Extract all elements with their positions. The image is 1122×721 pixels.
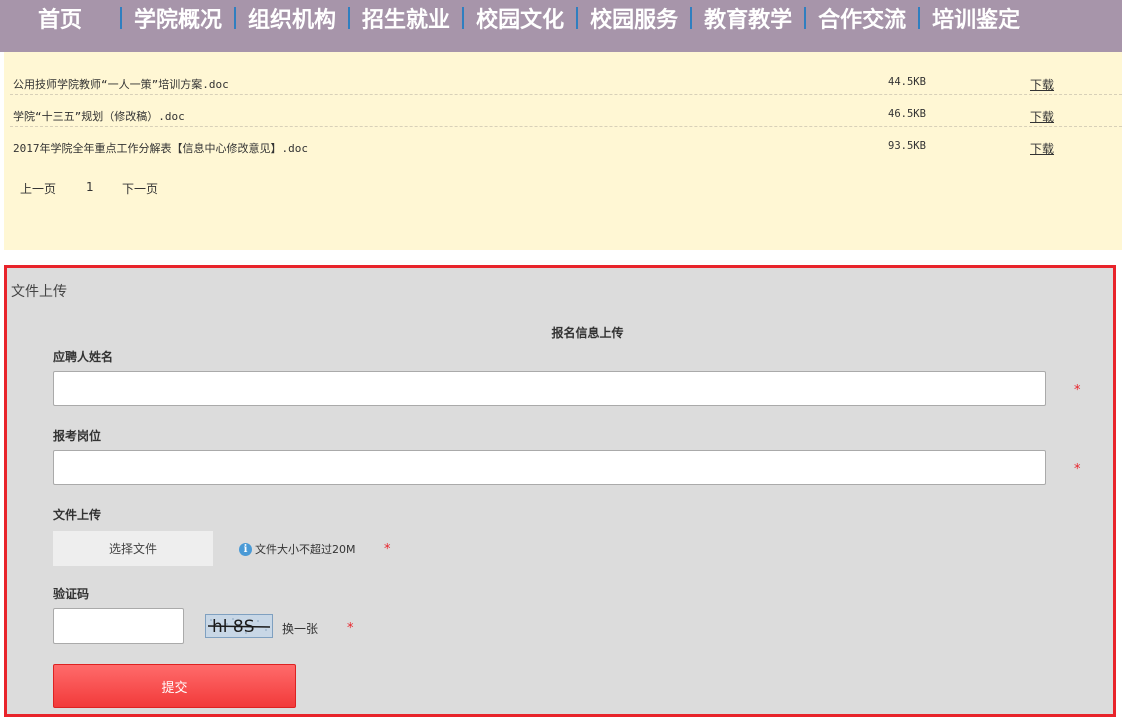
choose-file-button[interactable]: 选择文件 [53,531,213,566]
applicant-name-input[interactable] [53,371,1046,406]
prev-page-link[interactable]: 上一页 [20,180,56,197]
download-link[interactable]: 下载 [1030,76,1054,93]
nav-separator [348,7,351,29]
file-size-hint-text: 文件大小不超过20M [255,543,356,556]
file-size: 46.5KB [888,108,926,120]
download-link[interactable]: 下载 [1030,140,1054,157]
next-page-link[interactable]: 下一页 [122,180,158,197]
position-label: 报考岗位 [53,429,102,443]
captcha-input[interactable] [53,608,184,644]
nav-separator [804,7,807,29]
panel-title: 文件上传 [11,284,67,300]
nav-separator [120,7,123,29]
nav-item-label: 首页 [38,7,83,33]
file-size: 44.5KB [888,76,926,88]
downloads-panel: 公用技师学院教师“一人一策”培训方案.doc 44.5KB 下载 学院“十三五”… [4,52,1122,250]
nav-separator [234,7,237,29]
nav-item-label: 合作交流 [818,7,907,33]
submit-button[interactable]: 提交 [53,664,296,708]
file-name: 公用技师学院教师“一人一策”培训方案.doc [13,78,229,91]
nav-item-label: 招生就业 [362,7,451,33]
file-size-hint: i 文件大小不超过20M [239,541,356,557]
page-number[interactable]: 1 [86,180,94,194]
required-mark: * [347,621,354,636]
nav-item-label: 教育教学 [704,7,793,33]
nav-item-cooperation[interactable]: 合作交流 [818,0,906,52]
download-row: 学院“十三五”规划（修改稿）.doc 46.5KB 下载 [10,96,1122,127]
main-nav: 首页 学院概况 组织机构 招生就业 校园文化 校园服务 教育教学 合作交流 培训… [0,0,1122,52]
nav-item-campus-services[interactable]: 校园服务 [590,0,678,52]
nav-item-label: 学院概况 [134,7,223,33]
form-title: 报名信息上传 [551,326,624,340]
nav-item-home[interactable]: 首页 [0,0,108,52]
nav-item-teaching[interactable]: 教育教学 [704,0,792,52]
file-upload-label: 文件上传 [53,508,102,522]
download-link[interactable]: 下载 [1030,108,1054,125]
nav-item-label: 组织机构 [248,7,337,33]
nav-item-label: 培训鉴定 [932,7,1021,33]
applicant-name-label: 应聘人姓名 [53,350,114,364]
nav-separator [462,7,465,29]
refresh-captcha-link[interactable]: 换一张 [282,620,318,637]
captcha-graphic: hl 8S [207,617,271,637]
nav-separator [690,7,693,29]
download-row: 公用技师学院教师“一人一策”培训方案.doc 44.5KB 下载 [10,64,1122,95]
required-mark: * [384,542,391,557]
info-icon: i [239,542,252,556]
nav-item-campus-culture[interactable]: 校园文化 [476,0,564,52]
file-name: 学院“十三五”规划（修改稿）.doc [13,110,185,123]
nav-item-organization[interactable]: 组织机构 [248,0,336,52]
nav-item-label: 校园服务 [590,7,679,33]
nav-separator [576,7,579,29]
file-size: 93.5KB [888,140,926,152]
nav-item-training[interactable]: 培训鉴定 [932,0,1020,52]
nav-item-admissions[interactable]: 招生就业 [362,0,450,52]
required-mark: * [1074,383,1081,398]
file-name: 2017年学院全年重点工作分解表【信息中心修改意见】.doc [13,142,308,155]
position-input[interactable] [53,450,1046,485]
nav-item-label: 校园文化 [476,7,565,33]
captcha-label: 验证码 [53,587,90,601]
upload-panel: 文件上传 报名信息上传 应聘人姓名 * 报考岗位 * 文件上传 选择文件 i 文… [4,265,1116,717]
nav-separator [918,7,921,29]
download-row: 2017年学院全年重点工作分解表【信息中心修改意见】.doc 93.5KB 下载 [10,128,1122,159]
required-mark: * [1074,462,1081,477]
captcha-image[interactable]: hl 8S [205,614,273,638]
nav-item-about[interactable]: 学院概况 [134,0,222,52]
